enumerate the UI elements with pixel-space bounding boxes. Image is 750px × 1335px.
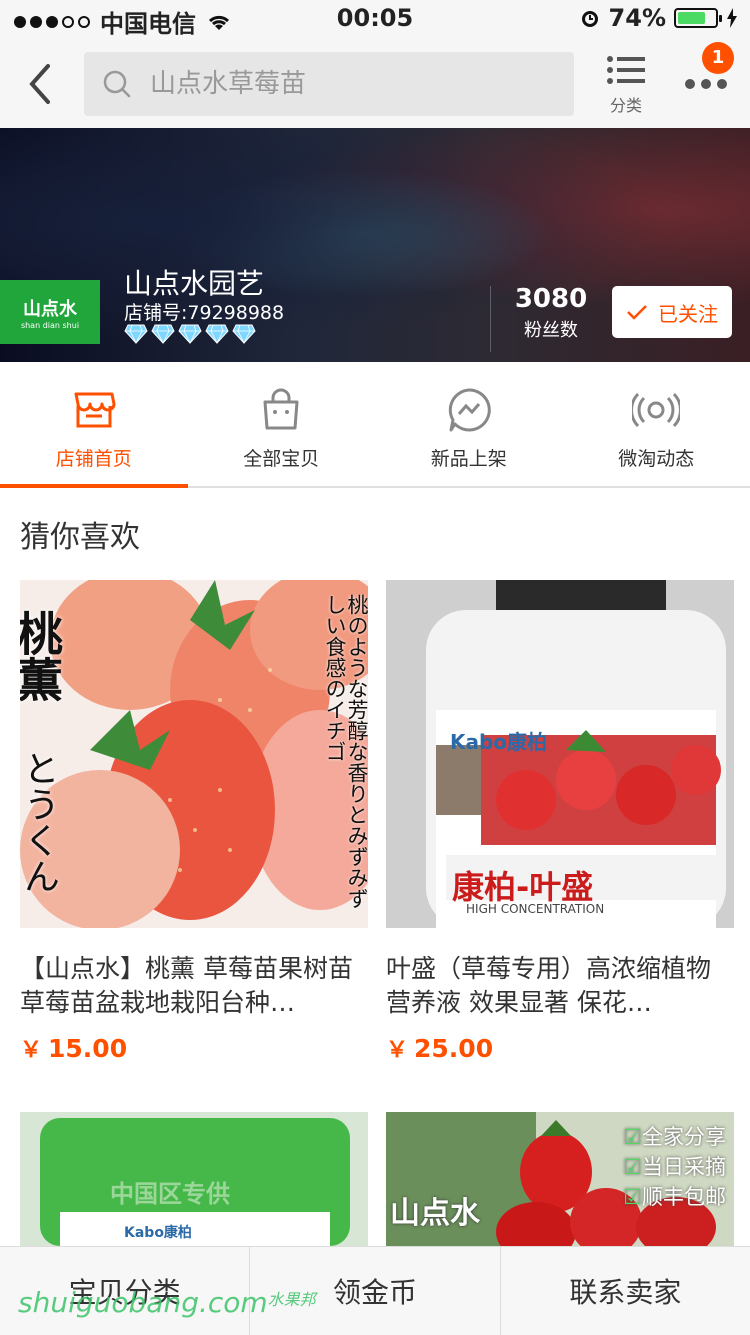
image-text-subtitle: とうくん — [24, 750, 64, 894]
seller-rating-diamonds — [124, 324, 256, 344]
follow-label: 已关注 — [658, 298, 718, 327]
image-bullets: ☑全家分享 ☑当日采摘 ☑顺丰包邮 — [623, 1122, 726, 1212]
product-image[interactable]: 桃薫 とうくん 桃のような芳醇な香りとみずみずしい食感のイチゴ — [20, 580, 368, 928]
product-card[interactable]: Kabo康柏 康柏-叶盛 HIGH CONCENTRATION 叶盛（草莓专用）… — [386, 580, 734, 1064]
strawberry-image — [20, 580, 368, 928]
product-price: ￥15.00 — [20, 1032, 368, 1064]
item-category-button[interactable]: 宝贝分类 — [0, 1247, 250, 1335]
header-divider — [490, 286, 491, 352]
tab-new-arrivals[interactable]: 新品上架 — [375, 362, 563, 486]
broadcast-icon — [632, 386, 680, 434]
image-brand: Kabo康柏 — [450, 726, 547, 755]
product-card[interactable]: 山点水 ☑全家分享 ☑当日采摘 ☑顺丰包邮 — [386, 1112, 734, 1246]
product-name[interactable]: 叶盛（草莓专用）高浓缩植物营养液 效果显著 保花… — [386, 952, 734, 1020]
back-arrow-icon[interactable] — [22, 62, 62, 106]
notification-badge: 1 — [702, 42, 734, 74]
section-title: 猜你喜欢 — [20, 512, 140, 556]
image-bullet: ☑当日采摘 — [623, 1152, 726, 1182]
search-icon — [102, 69, 132, 99]
shop-logo-subtext: shan dian shui — [21, 321, 79, 330]
image-shop-text: 山点水 — [390, 1188, 480, 1232]
contact-seller-button[interactable]: 联系卖家 — [501, 1247, 750, 1335]
status-right: 74% — [579, 4, 738, 32]
shop-logo[interactable]: 山点水 shan dian shui — [0, 280, 100, 344]
tab-label: 新品上架 — [431, 444, 507, 471]
tab-label: 微淘动态 — [618, 444, 694, 471]
product-card[interactable]: 桃薫 とうくん 桃のような芳醇な香りとみずみずしい食感のイチゴ 【山点水】桃薰 … — [20, 580, 368, 1064]
alarm-icon — [579, 7, 601, 29]
image-text-title: 桃薫 — [20, 610, 70, 702]
image-text-caption: 桃のような芳醇な香りとみずみずしい食感のイチゴ — [322, 594, 368, 914]
shop-id: 店铺号:79298988 — [124, 298, 284, 325]
image-bullet: ☑顺丰包邮 — [623, 1182, 726, 1212]
fans-count: 3080 — [506, 284, 596, 314]
product-image[interactable]: 中国区专供 Kabo康柏 — [20, 1112, 368, 1246]
fans-label: 粉丝数 — [506, 316, 596, 342]
shop-header: 山点水 shan dian shui 山点水园艺 店铺号:79298988 30… — [0, 128, 750, 362]
image-brand: Kabo康柏 — [124, 1222, 192, 1242]
shopping-bag-icon — [257, 386, 305, 434]
checkmark-icon — [626, 303, 648, 321]
tab-label: 全部宝贝 — [243, 444, 319, 471]
tab-all-items[interactable]: 全部宝贝 — [188, 362, 376, 486]
image-sub-label: HIGH CONCENTRATION — [466, 902, 604, 916]
diamond-icon — [124, 324, 148, 344]
diamond-icon — [151, 324, 175, 344]
category-label: 分类 — [600, 92, 652, 116]
search-input[interactable] — [148, 68, 532, 100]
category-button[interactable]: 分类 — [600, 54, 652, 116]
battery-percent: 74% — [609, 4, 666, 32]
tab-label: 店铺首页 — [56, 444, 132, 471]
image-bullet: ☑全家分享 — [623, 1122, 726, 1152]
list-icon — [606, 54, 646, 86]
diamond-icon — [178, 324, 202, 344]
store-icon — [70, 386, 118, 434]
fans-stat: 3080 粉丝数 — [506, 284, 596, 342]
battery-icon — [674, 8, 718, 28]
get-coins-button[interactable]: 领金币 — [250, 1247, 500, 1335]
diamond-icon — [232, 324, 256, 344]
lightning-chat-icon — [445, 386, 493, 434]
product-price: ￥25.00 — [386, 1032, 734, 1064]
charging-icon — [726, 8, 738, 28]
tab-weitao-feed[interactable]: 微淘动态 — [563, 362, 750, 486]
shop-logo-text: 山点水 — [23, 295, 77, 321]
shop-name: 山点水园艺 — [124, 262, 264, 302]
image-top-text: 中国区专供 — [110, 1174, 230, 1209]
product-image[interactable]: 山点水 ☑全家分享 ☑当日采摘 ☑顺丰包邮 — [386, 1112, 734, 1246]
nav-bar: 分类 1 — [0, 40, 750, 128]
more-icon[interactable] — [684, 74, 728, 94]
tab-shop-home[interactable]: 店铺首页 — [0, 362, 188, 486]
bottom-toolbar: 宝贝分类 领金币 联系卖家 — [0, 1246, 750, 1335]
product-image[interactable]: Kabo康柏 康柏-叶盛 HIGH CONCENTRATION — [386, 580, 734, 928]
diamond-icon — [205, 324, 229, 344]
shop-tabs: 店铺首页 全部宝贝 新品上架 微淘动态 — [0, 362, 750, 488]
product-card[interactable]: 中国区专供 Kabo康柏 — [20, 1112, 368, 1246]
status-bar: 中国电信 00:05 74% — [0, 0, 750, 40]
product-name[interactable]: 【山点水】桃薰 草莓苗果树苗草莓苗盆栽地栽阳台种… — [20, 952, 368, 1020]
follow-button[interactable]: 已关注 — [612, 286, 732, 338]
search-bar[interactable] — [84, 52, 574, 116]
